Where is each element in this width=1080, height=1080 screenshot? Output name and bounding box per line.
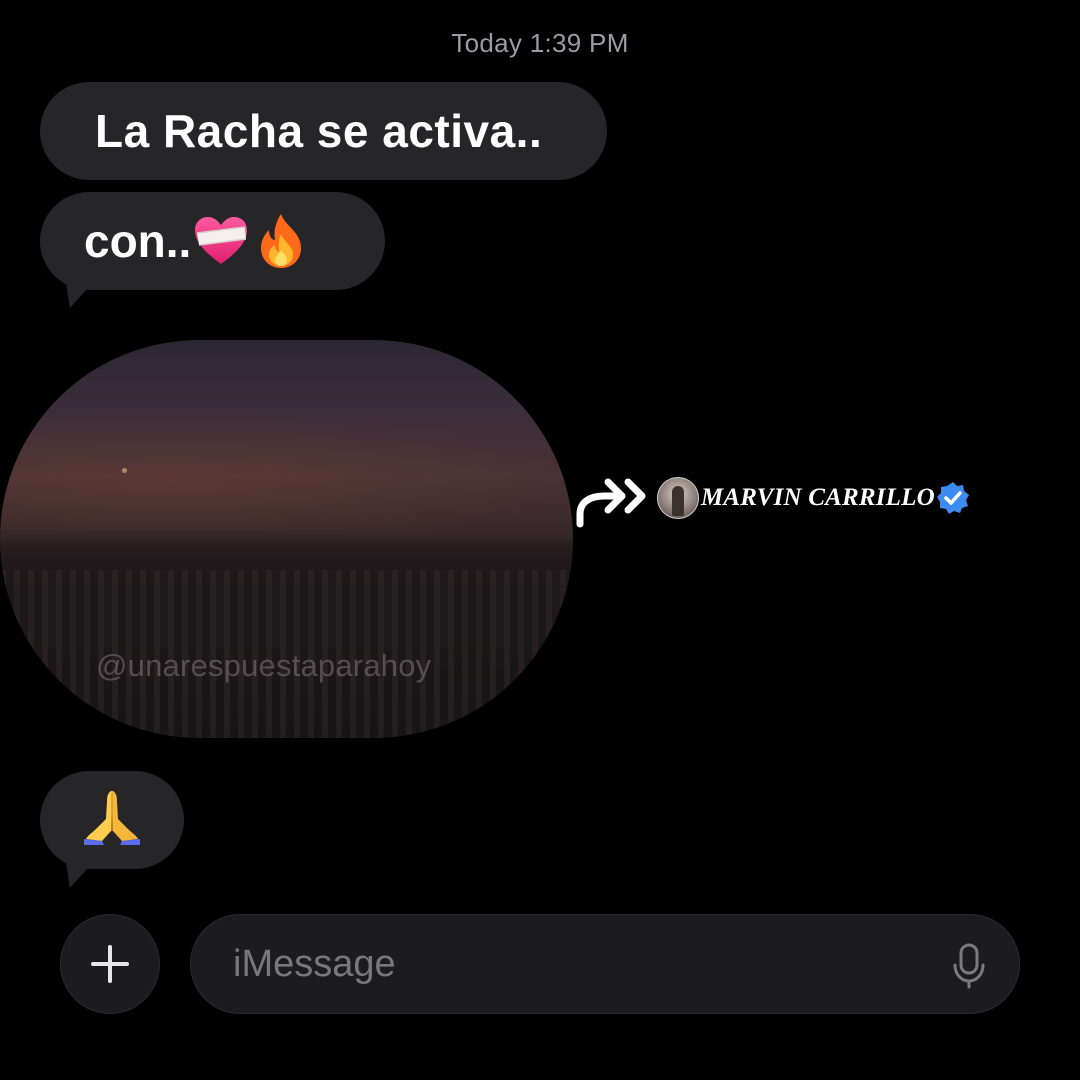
creator-name: MARVIN CARRILLO [701,484,935,511]
message-bubble-1[interactable]: La Racha se activa.. [40,82,607,180]
video-sky [0,410,573,530]
message-input[interactable]: iMessage [190,914,1020,1014]
double-forward-arrow-icon [576,478,646,528]
avatar [657,477,699,519]
folded-hands-icon [82,785,142,856]
messages-screen: Today 1:39 PM La Racha se activa.. con.. [0,0,1080,1080]
message-text: con.. [84,215,192,267]
verified-badge-icon [936,482,969,514]
video-watermark: @unarespuestaparahoy [96,648,432,683]
creator-credit[interactable]: MARVIN CARRILLO [657,476,971,520]
heart-with-bandage-icon [193,215,249,267]
message-input-placeholder: iMessage [233,942,396,985]
video-message[interactable]: @unarespuestaparahoy [0,340,573,738]
plus-icon [91,945,129,983]
video-horizon [0,540,573,570]
video-light-dot [122,468,127,473]
message-timestamp: Today 1:39 PM [451,28,629,58]
microphone-icon[interactable] [951,943,987,989]
fire-icon [253,212,309,270]
add-attachment-button[interactable] [60,914,160,1014]
message-text: La Racha se activa.. [95,105,543,157]
